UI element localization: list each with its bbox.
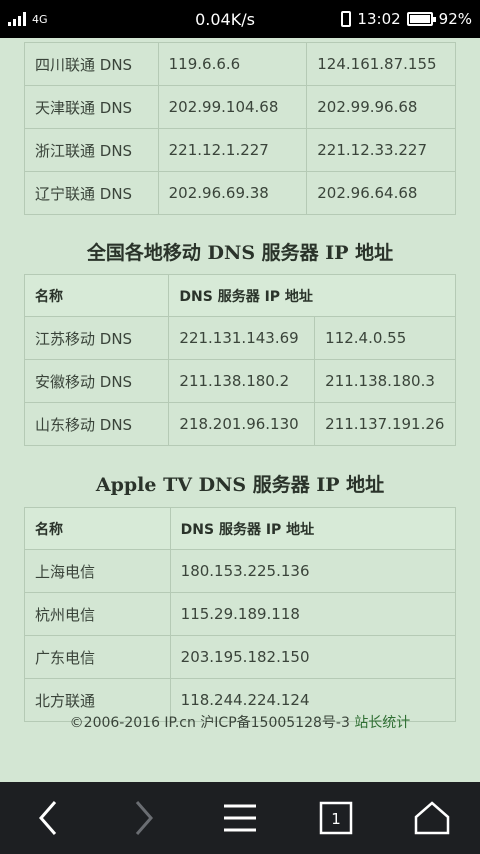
browser-nav-bar: 1 xyxy=(0,782,480,854)
table-header-name: 名称 xyxy=(23,274,170,317)
table-row: 浙江联通 DNS 221.12.1.227 221.12.33.227 xyxy=(24,128,456,172)
cell-dns-ip: 180.153.225.136 xyxy=(169,549,457,593)
cell-dns-ip: 124.161.87.155 xyxy=(306,42,456,86)
cell-dns-ip: 112.4.0.55 xyxy=(314,316,456,360)
cell-dns-ip: 221.12.1.227 xyxy=(157,128,308,172)
table-header-dns: DNS 服务器 IP 地址 xyxy=(168,274,456,317)
menu-button[interactable] xyxy=(210,788,270,848)
battery-percent: 92% xyxy=(438,10,472,28)
cell-name: 安徽移动 DNS xyxy=(23,359,170,403)
page-content[interactable]: 四川联通 DNS 119.6.6.6 124.161.87.155 天津联通 DNS 2… xyxy=(0,38,480,782)
stats-link[interactable]: 站长统计 xyxy=(354,715,410,731)
cell-dns-ip: 202.96.64.68 xyxy=(306,171,456,215)
table-row: 山东移动 DNS 218.201.96.130 211.137.191.26 xyxy=(23,402,456,446)
cell-name: 山东移动 DNS xyxy=(23,402,170,446)
battery-icon xyxy=(406,12,436,26)
tabs-button[interactable]: 1 xyxy=(306,788,366,848)
cell-dns-ip: 221.131.143.69 xyxy=(168,316,316,360)
cell-dns-ip: 203.195.182.150 xyxy=(169,635,457,679)
back-button[interactable] xyxy=(18,788,78,848)
network-type: 4G xyxy=(32,12,48,26)
vibrate-icon xyxy=(341,11,352,27)
network-speed: 0.04K/s xyxy=(195,9,255,29)
mobile-section-title: 全国各地移动 DNS 服务器 IP 地址 xyxy=(86,242,394,264)
table-row: 广东电信 203.195.182.150 xyxy=(24,635,457,679)
mobile-dns-table: 名称 DNS 服务器 IP 地址 江苏移动 DNS 221.131.143.69 1… xyxy=(23,274,456,446)
forward-button[interactable] xyxy=(114,788,174,848)
cell-dns-ip: 202.96.69.38 xyxy=(157,171,308,215)
menu-icon xyxy=(224,804,256,832)
chevron-left-icon xyxy=(39,801,57,835)
unicom-dns-table: 四川联通 DNS 119.6.6.6 124.161.87.155 天津联通 DNS 2… xyxy=(24,42,456,215)
cell-dns-ip: 115.29.189.118 xyxy=(169,592,457,636)
cell-dns-ip: 202.99.96.68 xyxy=(306,85,456,129)
chevron-right-icon xyxy=(135,801,153,835)
cell-name: 四川联通 DNS xyxy=(24,42,159,86)
cell-name: 上海电信 xyxy=(24,549,171,593)
signal-icon xyxy=(8,12,26,26)
cell-dns-ip: 211.137.191.26 xyxy=(314,402,456,446)
cell-name: 杭州电信 xyxy=(24,592,171,636)
cell-dns-ip: 119.6.6.6 xyxy=(157,42,308,86)
table-row: 江苏移动 DNS 221.131.143.69 112.4.0.55 xyxy=(23,316,456,360)
tab-count: 1 xyxy=(331,810,341,828)
apple-tv-dns-table: 名称 DNS 服务器 IP 地址 上海电信 180.153.225.136 杭州电信… xyxy=(24,507,457,722)
table-row: 杭州电信 115.29.189.118 xyxy=(24,592,457,636)
cell-dns-ip: 211.138.180.2 xyxy=(168,359,316,403)
cell-name: 浙江联通 DNS xyxy=(24,128,159,172)
table-row: 天津联通 DNS 202.99.104.68 202.99.96.68 xyxy=(24,85,456,129)
cell-name: 天津联通 DNS xyxy=(24,85,159,129)
home-icon xyxy=(414,801,450,835)
cell-dns-ip: 211.138.180.3 xyxy=(314,359,456,403)
table-header-name: 名称 xyxy=(24,507,171,550)
cell-dns-ip: 202.99.104.68 xyxy=(157,85,308,129)
cell-name: 广东电信 xyxy=(24,635,171,679)
clock: 13:02 xyxy=(357,10,401,28)
tabs-icon: 1 xyxy=(319,801,353,835)
cell-dns-ip: 218.201.96.130 xyxy=(168,402,316,446)
table-header-dns: DNS 服务器 IP 地址 xyxy=(169,507,457,550)
apple-tv-section-title: Apple TV DNS 服务器 IP 地址 xyxy=(95,474,385,496)
footer: ©2006-2016 IP.cn 沪ICP备15005128号-3 站长统计 xyxy=(0,712,480,732)
table-row: 上海电信 180.153.225.136 xyxy=(24,549,457,593)
table-row: 辽宁联通 DNS 202.96.69.38 202.96.64.68 xyxy=(24,171,456,215)
home-button[interactable] xyxy=(402,788,462,848)
table-row: 安徽移动 DNS 211.138.180.2 211.138.180.3 xyxy=(23,359,456,403)
table-row: 四川联通 DNS 119.6.6.6 124.161.87.155 xyxy=(24,42,456,86)
cell-name: 辽宁联通 DNS xyxy=(24,171,159,215)
copyright-text: ©2006-2016 IP.cn 沪ICP备15005128号-3 xyxy=(69,715,350,731)
cell-dns-ip: 221.12.33.227 xyxy=(306,128,456,172)
cell-name: 江苏移动 DNS xyxy=(23,316,170,360)
status-bar: 4G 0.04K/s 13:02 92% xyxy=(0,0,480,38)
